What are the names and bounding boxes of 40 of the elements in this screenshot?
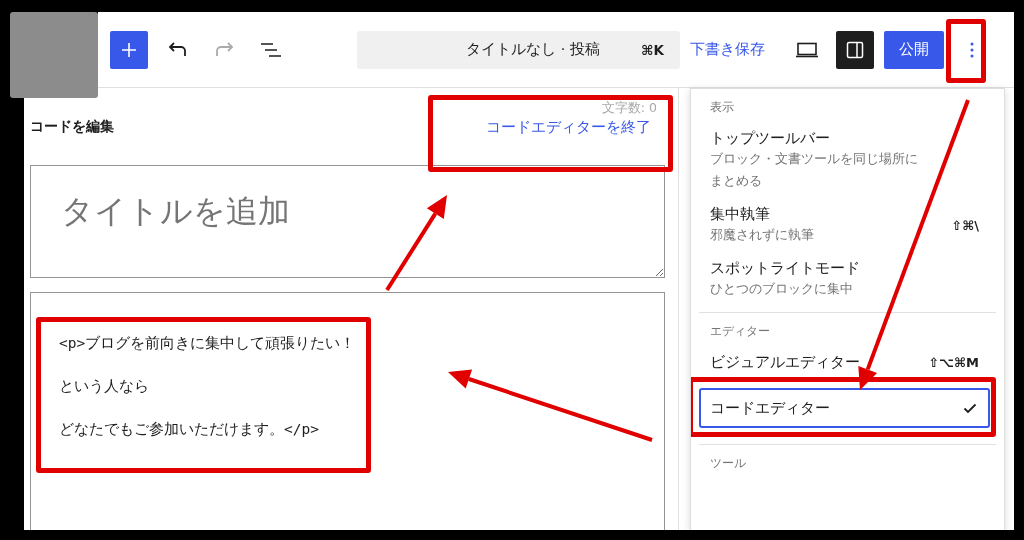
sidebar-icon [846, 40, 864, 59]
undo-icon[interactable] [166, 40, 188, 59]
shortcut-label: ⇧⌥⌘M [928, 354, 979, 370]
menu-item-label: ビジュアルエディター [710, 353, 861, 372]
word-count: 文字数: 0 [600, 99, 658, 117]
laptop-icon[interactable] [795, 41, 819, 58]
menu-section-heading: エディター [709, 323, 771, 340]
code-content-field[interactable]: <p>ブログを前向きに集中して頑張りたい！ という人なら どなたでもご参加いただけます。</p> [30, 292, 665, 530]
code-line: <p>ブログを前向きに集中して頑張りたい！ [59, 334, 356, 353]
settings-button[interactable] [836, 30, 874, 69]
menu-section-heading: 表示 [709, 99, 735, 116]
menu-item[interactable]: トップツールバー ブロック・文書ツールを同じ場所にまとめる [699, 124, 990, 196]
highlight-frame [946, 18, 986, 83]
publish-button[interactable]: 公開 [884, 30, 944, 69]
menu-item-description: 邪魔されずに執筆 [710, 226, 815, 244]
menu-item-description: ブロック・文書ツールを同じ場所にまとめる [710, 150, 919, 190]
code-editor-heading: コードを編集 [30, 117, 114, 136]
menu-item-description: ひとつのブロックに集中 [710, 280, 854, 298]
menu-item[interactable]: ビジュアルエディター ⇧⌥⌘M [699, 348, 990, 376]
save-draft-link[interactable]: 下書き保存 [690, 40, 765, 59]
menu-item-label: トップツールバー [710, 129, 831, 148]
menu-item[interactable]: 集中執筆 邪魔されずに執筆 ⇧⌘\ [699, 200, 990, 250]
menu-item[interactable]: スポットライトモード ひとつのブロックに集中 [699, 254, 990, 304]
add-block-button[interactable] [110, 30, 148, 69]
plus-icon [120, 40, 138, 59]
shortcut-label: ⇧⌘\ [951, 217, 979, 233]
exit-code-editor-link[interactable]: コードエディターを終了 [486, 118, 651, 135]
shortcut-label: ⌘K [641, 41, 664, 58]
menu-item-label: 集中執筆 [710, 205, 771, 224]
list-view-icon[interactable] [260, 40, 282, 59]
more-icon [970, 40, 974, 59]
command-bar[interactable]: タイトルなし · 投稿 ⌘K [357, 30, 680, 69]
title-field[interactable]: タイトルを追加 [30, 165, 665, 278]
menu-item-label: スポットライトモード [710, 259, 861, 278]
code-line: どなたでもご参加いただけます。</p> [59, 420, 320, 439]
menu-section-heading: ツール [709, 455, 747, 472]
menu-item[interactable]: コードエディター [699, 388, 990, 428]
menu-item-label: コードエディター [710, 399, 831, 418]
document-title: タイトルなし · 投稿 [465, 40, 601, 59]
code-line: という人なら [59, 377, 150, 396]
